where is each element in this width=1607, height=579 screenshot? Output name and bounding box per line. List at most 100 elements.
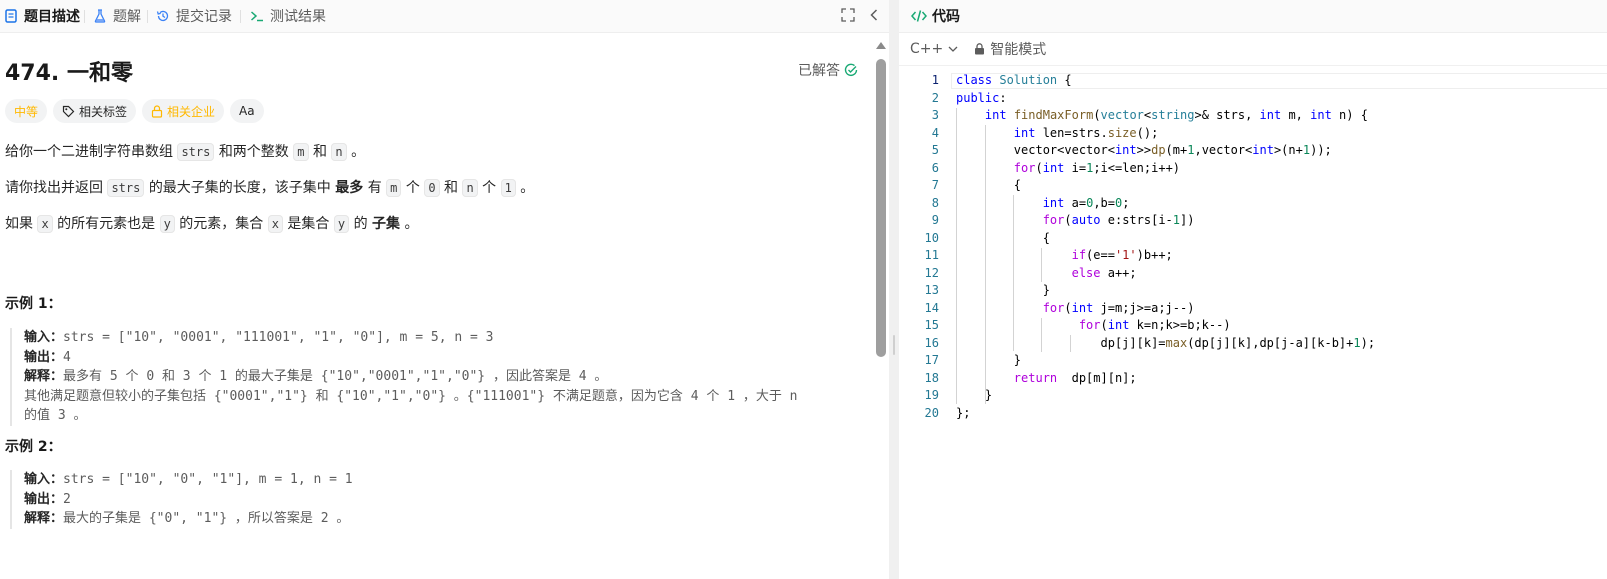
- tab-solutions[interactable]: 题解: [93, 0, 141, 32]
- line-number: 7: [931, 178, 939, 192]
- resize-grip[interactable]: [893, 335, 895, 355]
- code-line: int findMaxForm(vector<string>& strs, in…: [984, 108, 1368, 122]
- smart-mode-toggle[interactable]: 智能模式: [974, 39, 1046, 59]
- code-line: for(int j=m;j>=a;j--): [1042, 300, 1195, 315]
- tab-test-results-label: 测试结果: [270, 9, 326, 25]
- line-number: 2: [931, 90, 939, 105]
- text: 的: [353, 216, 368, 232]
- line-number: 20: [924, 405, 939, 420]
- description-paragraph-3: 如果 x 的所有元素也是 y 的元素，集合 x 是集合 y 的 子集 。: [5, 213, 418, 233]
- inline-code: strs: [177, 143, 215, 161]
- line-number: 18: [924, 370, 939, 385]
- tag-icon: [62, 105, 75, 118]
- example-2-heading: 示例 2：: [5, 439, 62, 455]
- code-panel-header: 代码: [899, 0, 1607, 33]
- code-line: {: [956, 178, 1022, 192]
- related-companies-label: 相关企业: [167, 104, 216, 119]
- fullscreen-button[interactable]: [840, 7, 856, 26]
- panel-resize-handle[interactable]: [889, 0, 899, 579]
- problem-title: 474. 一和零: [5, 61, 133, 86]
- code-line: dp[j][k]=max(dp[j][k],dp[j-a][k-b]+1);: [956, 335, 1376, 350]
- language-select[interactable]: C++: [910, 41, 958, 57]
- related-tags-button[interactable]: 相关标签: [53, 99, 137, 123]
- difficulty-badge[interactable]: 中等: [5, 99, 48, 123]
- problem-panel: 题目描述 题解 提交记录 测试结果 474. 一和零 已解答 中等 相关标签 相…: [0, 0, 889, 579]
- lock-icon: [974, 43, 985, 55]
- tag-row: 中等 相关标签 相关企业 Aa: [5, 99, 264, 123]
- example-explanation: 的值 3 。: [24, 408, 87, 423]
- chevron-left-icon: [869, 7, 879, 26]
- line-number: 10: [924, 230, 939, 245]
- flask-icon: [93, 9, 107, 23]
- related-tags-label: 相关标签: [79, 104, 128, 119]
- line-number: 5: [931, 143, 939, 157]
- tab-submissions[interactable]: 提交记录: [156, 0, 232, 32]
- inline-code: 0: [424, 179, 440, 197]
- text: 和: [312, 144, 327, 160]
- text: 有: [367, 180, 382, 196]
- input-label: 输入：: [24, 330, 64, 345]
- line-number: 3: [931, 108, 939, 122]
- description-scrollbar[interactable]: [876, 42, 886, 562]
- text: 和: [444, 180, 458, 196]
- code-panel: 代码 C++ 智能模式 1 class Solution { 2 public:…: [899, 0, 1607, 579]
- line-number: 19: [924, 388, 939, 402]
- tab-description[interactable]: 题目描述: [4, 0, 80, 32]
- code-panel-title-label: 代码: [932, 9, 960, 25]
- text: 个: [405, 180, 420, 196]
- inline-code: m: [293, 143, 309, 161]
- text: 。: [351, 144, 366, 160]
- code-line: vector<vector<int>>dp(m+1,vector<int>(n+…: [956, 143, 1332, 157]
- solved-status-label: 已解答: [798, 63, 840, 79]
- inline-code: n: [331, 143, 347, 161]
- tab-separator: [84, 10, 85, 23]
- check-circle-icon: [844, 63, 858, 76]
- inline-code: n: [462, 179, 478, 197]
- line-number: 12: [924, 265, 939, 280]
- code-line: for(int k=n;k>=b;k--): [1078, 318, 1231, 332]
- description-paragraph-2: 请你找出并返回 strs 的最大子集的长度，该子集中 最多 有 m 个 0 和 …: [5, 177, 534, 197]
- history-icon: [156, 9, 170, 23]
- line-number: 13: [924, 283, 939, 297]
- fullscreen-icon: [841, 7, 855, 26]
- inline-code: 1: [500, 179, 516, 197]
- line-number: 6: [931, 160, 939, 175]
- language-label: C++: [910, 41, 944, 57]
- example-output: 4: [63, 349, 71, 365]
- scroll-up-arrow-icon[interactable]: [876, 42, 886, 49]
- text: 请你找出并返回: [5, 180, 103, 196]
- text: 和两个整数: [218, 144, 289, 160]
- solved-status: 已解答: [798, 60, 858, 80]
- terminal-icon: [250, 9, 264, 23]
- code-editor[interactable]: 1 class Solution { 2 public: 3 int findM…: [899, 73, 1607, 579]
- collapse-panel-button[interactable]: [866, 8, 882, 24]
- text: 的元素，集合: [179, 216, 264, 232]
- code-line: int a=0,b=0;: [1042, 195, 1130, 210]
- text: 给你一个二进制字符串数组: [5, 144, 173, 160]
- translate-button[interactable]: Aa: [230, 99, 264, 123]
- bold-text: 最多: [335, 180, 364, 196]
- line-number: 1: [931, 73, 939, 87]
- tab-submissions-label: 提交记录: [176, 9, 232, 25]
- code-line: int len=strs.size();: [1013, 125, 1159, 140]
- bold-text: 子集: [372, 216, 401, 232]
- code-line: else a++;: [1071, 265, 1137, 280]
- explain-label: 解释：: [24, 511, 64, 526]
- inline-code: m: [386, 179, 402, 197]
- related-companies-button[interactable]: 相关企业: [142, 99, 225, 123]
- input-label: 输入：: [24, 472, 64, 487]
- code-panel-title: 代码: [911, 6, 960, 26]
- line-number: 9: [931, 213, 939, 227]
- inline-code: strs: [107, 179, 145, 197]
- code-line: for(int i=1;i<=len;i++): [1013, 160, 1181, 175]
- explain-label: 解释：: [24, 369, 64, 384]
- line-number: 17: [924, 353, 939, 367]
- inline-code: x: [267, 215, 283, 233]
- line-number: 8: [931, 195, 939, 210]
- tab-solutions-label: 题解: [113, 9, 141, 25]
- text: 个: [482, 180, 497, 196]
- tab-separator: [147, 10, 148, 23]
- example-explanation: 其他满足题意但较小的子集包括 {"0001","1"} 和 {"10","1",…: [24, 388, 798, 404]
- tab-test-results[interactable]: 测试结果: [250, 0, 326, 32]
- scrollbar-thumb[interactable]: [876, 59, 886, 357]
